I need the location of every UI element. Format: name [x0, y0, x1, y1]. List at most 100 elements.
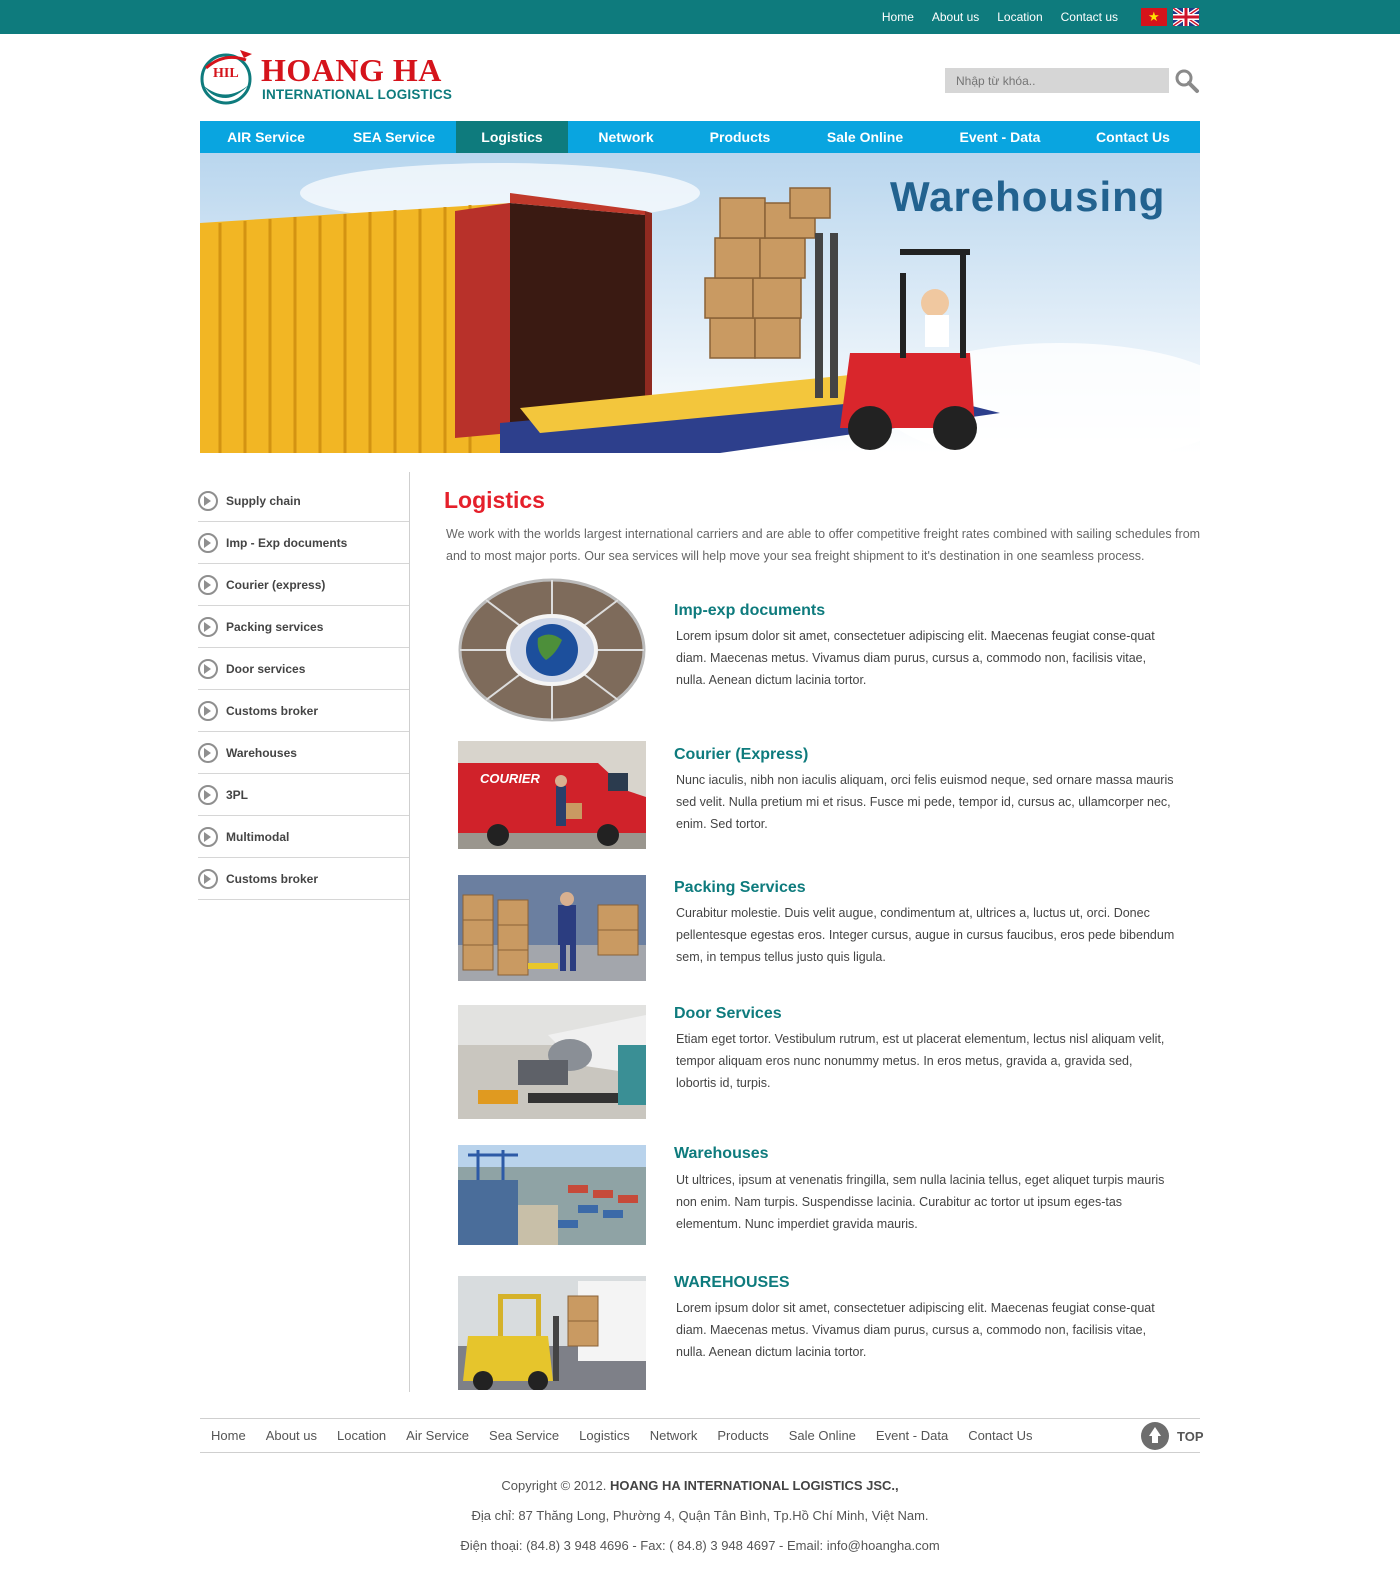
service-text: Lorem ipsum dolor sit amet, consectetuer…	[676, 1301, 1155, 1359]
copyright: Copyright © 2012. HOANG HA INTERNATIONAL…	[0, 1478, 1400, 1493]
footer-link-event-data[interactable]: Event - Data	[876, 1428, 948, 1443]
footer-links: Home About us Location Air Service Sea S…	[211, 1419, 1053, 1452]
arrow-right-icon	[198, 532, 218, 553]
footer-link-sea-service[interactable]: Sea Service	[489, 1428, 559, 1443]
back-to-top-label: TOP	[1177, 1428, 1204, 1444]
sidebar-item-multimodal[interactable]: Multimodal	[198, 816, 410, 858]
logo-name: HOANG HA	[261, 52, 442, 88]
sidebar-item-customs-broker-2[interactable]: Customs broker	[198, 858, 410, 900]
logo-subtitle: INTERNATIONAL LOGISTICS	[262, 87, 453, 102]
arrow-right-icon	[198, 826, 218, 847]
footer-nav: Home About us Location Air Service Sea S…	[200, 1418, 1204, 1453]
footer-link-contact[interactable]: Contact Us	[968, 1428, 1032, 1443]
arrow-up-icon	[1141, 1422, 1169, 1450]
nav-sea-service[interactable]: SEA Service	[332, 121, 456, 153]
footer-link-sale-online[interactable]: Sale Online	[789, 1428, 856, 1443]
search-input[interactable]	[945, 68, 1169, 93]
hero-banner: Warehousing	[200, 153, 1200, 453]
arrow-right-icon	[198, 868, 218, 889]
sidebar-item-label: 3PL	[226, 787, 249, 802]
service-text: Lorem ipsum dolor sit amet, consectetuer…	[676, 629, 1155, 687]
main-nav: AIR Service SEA Service Logistics Networ…	[200, 121, 1200, 153]
footer-link-products[interactable]: Products	[717, 1428, 768, 1443]
service-text: Ut ultrices, ipsum at venenatis fringill…	[676, 1173, 1165, 1231]
sidebar-item-supply-chain[interactable]: Supply chain	[198, 480, 410, 522]
door-services-image[interactable]	[458, 1005, 646, 1119]
arrow-right-icon	[198, 658, 218, 679]
nav-products[interactable]: Products	[684, 121, 796, 153]
service-text: Curabitur molestie. Duis velit augue, co…	[676, 906, 1175, 964]
service-title[interactable]: Door Services	[674, 1005, 782, 1023]
arrow-right-icon	[198, 784, 218, 805]
sidebar-item-imp-exp-documents[interactable]: Imp - Exp documents	[198, 522, 410, 564]
service-text: Etiam eget tortor. Vestibulum rutrum, es…	[676, 1032, 1165, 1090]
sidebar-item-customs-broker[interactable]: Customs broker	[198, 690, 410, 732]
sidebar-item-label: Door services	[226, 661, 306, 676]
packing-warehouse-image[interactable]	[458, 875, 646, 981]
sidebar-item-label: Customs broker	[226, 703, 319, 718]
sidebar-item-label: Supply chain	[226, 493, 301, 508]
sidebar-item-label: Imp - Exp documents	[226, 535, 348, 550]
service-title[interactable]: Warehouses	[674, 1145, 769, 1163]
footer-link-network[interactable]: Network	[650, 1428, 698, 1443]
courier-van-image[interactable]: COURIER	[458, 741, 646, 849]
top-link-location[interactable]: Location	[997, 10, 1042, 24]
nav-logistics[interactable]: Logistics	[456, 121, 568, 153]
arrow-right-icon	[198, 616, 218, 637]
service-title[interactable]: Courier (Express)	[674, 746, 808, 764]
sidebar-item-3pl[interactable]: 3PL	[198, 774, 410, 816]
company-contact: Điện thoại: (84.8) 3 948 4696 - Fax: ( 8…	[460, 1538, 940, 1553]
sidebar-item-packing-services[interactable]: Packing services	[198, 606, 410, 648]
company-address: Địa chỉ: 87 Thăng Long, Phường 4, Quận T…	[471, 1508, 929, 1523]
nav-event-data[interactable]: Event - Data	[934, 121, 1066, 153]
arrow-right-icon	[198, 742, 218, 763]
sidebar-item-label: Packing services	[226, 619, 324, 634]
container-port-image[interactable]	[458, 1145, 646, 1245]
page-title: Logistics	[444, 487, 545, 513]
nav-network[interactable]: Network	[568, 121, 684, 153]
footer-link-about[interactable]: About us	[266, 1428, 317, 1443]
top-links: Home About us Location Contact us	[864, 0, 1118, 34]
footer-link-logistics[interactable]: Logistics	[579, 1428, 630, 1443]
van-lettering: COURIER	[480, 771, 541, 786]
main-content: Logistics We work with the worlds larges…	[444, 485, 1214, 1390]
nav-contact-us[interactable]: Contact Us	[1066, 121, 1200, 153]
top-link-home[interactable]: Home	[882, 10, 914, 24]
service-title[interactable]: Imp-exp documents	[674, 602, 825, 620]
brand-logo[interactable]: HIL HOANG HA INTERNATIONAL LOGISTICS	[200, 46, 460, 106]
forklift-warehouse-image[interactable]	[458, 1276, 646, 1390]
intro-text: We work with the worlds largest internat…	[446, 527, 1201, 563]
sidebar: Supply chain Imp - Exp documents Courier…	[198, 480, 410, 900]
service-title[interactable]: WAREHOUSES	[674, 1274, 790, 1292]
arrow-right-icon	[198, 490, 218, 511]
sidebar-item-door-services[interactable]: Door services	[198, 648, 410, 690]
arrow-right-icon	[198, 574, 218, 595]
top-link-contact[interactable]: Contact us	[1061, 10, 1118, 24]
sidebar-item-label: Multimodal	[226, 829, 290, 844]
vietnam-flag-icon[interactable]: ★	[1141, 8, 1167, 26]
top-bar: Home About us Location Contact us ★	[0, 0, 1400, 34]
nav-air-service[interactable]: AIR Service	[200, 121, 332, 153]
service-title[interactable]: Packing Services	[674, 879, 806, 897]
logo-mark: HIL	[213, 66, 239, 81]
sidebar-item-warehouses[interactable]: Warehouses	[198, 732, 410, 774]
sidebar-item-label: Courier (express)	[226, 577, 326, 592]
footer-link-home[interactable]: Home	[211, 1428, 246, 1443]
uk-flag-icon[interactable]	[1173, 8, 1199, 26]
column-divider	[409, 472, 410, 1392]
sidebar-item-courier[interactable]: Courier (express)	[198, 564, 410, 606]
footer-link-air-service[interactable]: Air Service	[406, 1428, 469, 1443]
copyright-prefix: Copyright © 2012.	[501, 1478, 607, 1493]
service-text: Nunc iaculis, nibh non iaculis aliquam, …	[676, 773, 1174, 831]
arrow-right-icon	[198, 700, 218, 721]
globe-collage-image[interactable]	[458, 578, 646, 723]
back-to-top-button[interactable]: TOP	[1133, 1422, 1204, 1450]
sidebar-item-label: Customs broker	[226, 871, 319, 886]
banner-title: Warehousing	[890, 173, 1166, 220]
company-name: HOANG HA INTERNATIONAL LOGISTICS JSC.,	[609, 1478, 899, 1493]
footer-link-location[interactable]: Location	[337, 1428, 386, 1443]
nav-sale-online[interactable]: Sale Online	[796, 121, 934, 153]
top-link-about[interactable]: About us	[932, 10, 979, 24]
sidebar-item-label: Warehouses	[226, 745, 297, 760]
search-icon[interactable]	[1174, 68, 1200, 94]
